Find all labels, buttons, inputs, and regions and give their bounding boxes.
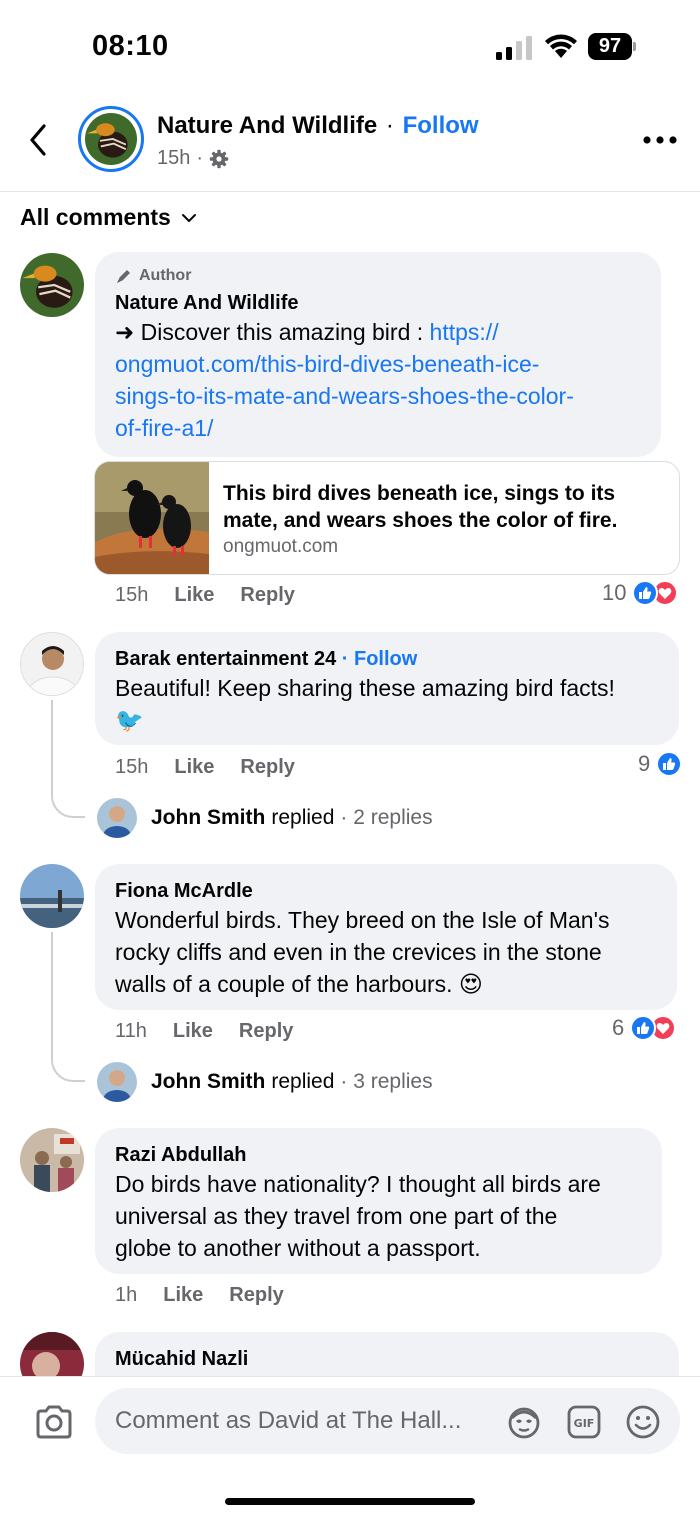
post-time: 15h bbox=[157, 147, 191, 169]
comment-time: 15h bbox=[115, 756, 149, 778]
reaction-summary[interactable]: 9 bbox=[638, 751, 683, 777]
comment-bubble: Fiona McArdle Wonderful birds. They bree… bbox=[95, 864, 677, 1010]
like-reaction-icon bbox=[632, 580, 659, 606]
reaction-count: 10 bbox=[602, 580, 627, 605]
comment-actions: 11h Like Reply bbox=[115, 1020, 293, 1043]
like-button[interactable]: Like bbox=[174, 584, 214, 607]
comment-actions: 1h Like Reply bbox=[115, 1284, 284, 1307]
avatar-sticker-icon[interactable] bbox=[506, 1404, 542, 1440]
bird-avatar-image bbox=[20, 253, 84, 317]
comment-time: 11h bbox=[115, 1020, 147, 1042]
status-time: 08:10 bbox=[92, 30, 169, 62]
comment-author[interactable]: Nature And Wildlife bbox=[115, 290, 641, 316]
reply-button[interactable]: Reply bbox=[229, 1284, 283, 1307]
chevron-left-icon[interactable] bbox=[22, 120, 56, 160]
gear-icon bbox=[209, 149, 229, 168]
comment-composer: Comment as David at The Hall... GIF bbox=[0, 1376, 700, 1517]
avatar[interactable] bbox=[20, 864, 84, 928]
comment-bubble: Author Nature And Wildlife ➜ Discover th… bbox=[95, 252, 661, 457]
like-button[interactable]: Like bbox=[163, 1284, 203, 1307]
comment-time: 1h bbox=[115, 1284, 138, 1306]
reply-author: John Smith bbox=[151, 806, 266, 829]
reply-count: · 2 replies bbox=[340, 806, 433, 829]
comment-filter[interactable]: All comments bbox=[20, 204, 197, 231]
link-preview-card[interactable]: This bird dives beneath ice, sings to it… bbox=[94, 461, 680, 575]
comment-time: 15h bbox=[115, 584, 149, 606]
avatar bbox=[97, 798, 137, 838]
meta-separator: · bbox=[196, 147, 204, 169]
comment-input[interactable]: Comment as David at The Hall... GIF bbox=[95, 1388, 680, 1454]
bird-avatar-image bbox=[85, 113, 137, 165]
like-reaction-icon bbox=[630, 1015, 657, 1041]
reply-button[interactable]: Reply bbox=[240, 756, 294, 779]
filter-label: All comments bbox=[20, 204, 171, 230]
pen-icon bbox=[117, 270, 130, 283]
thread-line bbox=[51, 700, 85, 818]
reply-verb: replied bbox=[271, 806, 335, 829]
reply-author: John Smith bbox=[151, 1070, 266, 1093]
reaction-summary[interactable]: 6 bbox=[612, 1015, 677, 1041]
avatar[interactable] bbox=[20, 253, 84, 317]
replies-link[interactable]: John Smith replied · 3 replies bbox=[97, 1062, 433, 1102]
like-button[interactable]: Like bbox=[173, 1020, 213, 1043]
svg-text:GIF: GIF bbox=[574, 1417, 595, 1430]
comment-bubble: Razi Abdullah Do birds have nationality?… bbox=[95, 1128, 662, 1274]
reply-verb: replied bbox=[271, 1070, 335, 1093]
comment-author[interactable]: Mücahid Nazli bbox=[115, 1346, 659, 1372]
comment-text: ➜ Discover this amazing bird : https://o… bbox=[115, 319, 574, 441]
comment-author[interactable]: Fiona McArdle bbox=[115, 878, 657, 904]
comment-emoji: 🐦 bbox=[115, 707, 144, 733]
like-button[interactable]: Like bbox=[174, 756, 214, 779]
thread-line bbox=[51, 932, 85, 1082]
comment-author[interactable]: Barak entertainment 24 bbox=[115, 648, 336, 670]
chevron-down-icon bbox=[181, 213, 196, 222]
reply-button[interactable]: Reply bbox=[239, 1020, 293, 1043]
more-dots-icon[interactable] bbox=[642, 128, 678, 152]
camera-icon[interactable] bbox=[34, 1404, 74, 1440]
status-bar: 08:10 97 bbox=[0, 0, 700, 92]
link-title: This bird dives beneath ice, sings to it… bbox=[223, 482, 618, 532]
reply-button[interactable]: Reply bbox=[240, 584, 294, 607]
replies-link[interactable]: John Smith replied · 2 replies bbox=[97, 798, 433, 838]
comment-input-placeholder: Comment as David at The Hall... bbox=[115, 1407, 462, 1434]
follow-button[interactable]: Follow bbox=[354, 648, 417, 670]
emoji-icon[interactable] bbox=[625, 1404, 661, 1440]
cellular-signal-icon bbox=[496, 36, 532, 60]
follow-button[interactable]: Follow bbox=[403, 112, 479, 139]
like-reaction-icon bbox=[656, 751, 683, 777]
comment-text: Beautiful! Keep sharing these amazing bi… bbox=[115, 675, 615, 701]
comment-author[interactable]: Razi Abdullah bbox=[115, 1142, 642, 1168]
home-indicator bbox=[225, 1498, 475, 1505]
reaction-count: 6 bbox=[612, 1015, 625, 1040]
author-badge: Author bbox=[115, 266, 641, 286]
page-avatar[interactable] bbox=[78, 106, 144, 172]
separator: · bbox=[385, 112, 394, 139]
wifi-icon bbox=[545, 34, 577, 58]
post-header: Nature And Wildlife · Follow 15h · bbox=[0, 92, 700, 192]
reaction-summary[interactable]: 10 bbox=[602, 580, 679, 606]
post-meta: 15h · bbox=[157, 147, 229, 170]
comment-actions: 15h Like Reply bbox=[115, 756, 295, 779]
battery-level: 97 bbox=[588, 33, 632, 60]
separator: · bbox=[341, 648, 349, 670]
reply-count: · 3 replies bbox=[340, 1070, 433, 1093]
link-thumbnail bbox=[95, 462, 209, 574]
comment-text: Do birds have nationality? I thought all… bbox=[115, 1171, 601, 1261]
link-domain: ongmuot.com bbox=[223, 536, 339, 557]
comment-bubble: Barak entertainment 24 · Follow Beautifu… bbox=[95, 632, 679, 745]
battery-icon: 97 bbox=[588, 33, 636, 60]
gif-icon[interactable]: GIF bbox=[566, 1404, 602, 1440]
avatar bbox=[97, 1062, 137, 1102]
author-badge-label: Author bbox=[139, 267, 192, 284]
avatar[interactable] bbox=[20, 1128, 84, 1192]
comment-actions: 15h Like Reply bbox=[115, 584, 295, 607]
page-name[interactable]: Nature And Wildlife bbox=[157, 112, 377, 139]
comment-text: Wonderful birds. They breed on the Isle … bbox=[115, 907, 610, 997]
reaction-count: 9 bbox=[638, 751, 651, 776]
avatar[interactable] bbox=[20, 632, 84, 696]
